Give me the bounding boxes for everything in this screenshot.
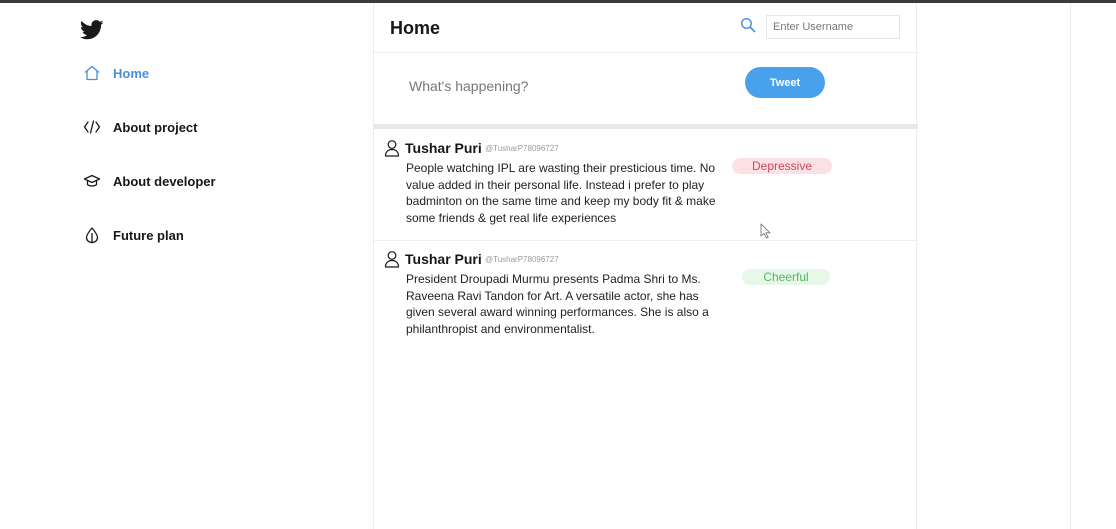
twitter-logo-icon[interactable]	[80, 19, 104, 41]
sidebar-item-label: About developer	[113, 173, 216, 189]
feed-divider	[374, 124, 918, 129]
tweet-author-handle: @TusharP78096727	[485, 255, 559, 264]
code-icon	[83, 120, 101, 134]
sentiment-badge: Cheerful	[742, 269, 830, 285]
tweet-text: President Droupadi Murmu presents Padma …	[406, 272, 709, 336]
tweet-author-name: Tushar Puri	[405, 251, 482, 267]
sentiment-badge: Depressive	[732, 158, 832, 174]
right-column-divider	[1070, 3, 1071, 529]
search-icon[interactable]	[740, 17, 756, 33]
tweet-button[interactable]: Tweet	[745, 67, 825, 98]
home-icon	[84, 65, 100, 81]
user-avatar-icon	[384, 140, 400, 157]
mouse-cursor-icon	[760, 223, 771, 239]
droplet-icon	[85, 227, 99, 244]
compose-tweet-input[interactable]	[409, 76, 709, 96]
sidebar-item-about-developer[interactable]: About developer	[83, 172, 216, 190]
tweet-item[interactable]: Tushar Puri @TusharP78096727 President D…	[374, 248, 916, 348]
main-feed: Home Tweet Tushar Puri @TusharP78096727 …	[373, 3, 918, 529]
sidebar-item-future-plan[interactable]: Future plan	[83, 226, 184, 244]
tweet-text: People watching IPL are wasting their pr…	[406, 161, 716, 225]
sidebar-item-label: Future plan	[113, 227, 184, 243]
tweet-author-handle: @TusharP78096727	[485, 144, 559, 153]
username-search-input[interactable]	[766, 15, 900, 39]
graduation-cap-icon	[83, 174, 101, 187]
sidebar-item-home[interactable]: Home	[83, 64, 149, 82]
tweet-item[interactable]: Tushar Puri @TusharP78096727 People watc…	[374, 137, 916, 241]
page-title: Home	[390, 18, 441, 38]
sidebar-item-label: Home	[113, 65, 150, 81]
user-avatar-icon	[384, 251, 400, 268]
page-header: Home	[374, 3, 916, 53]
sidebar-item-about-project[interactable]: About project	[83, 118, 198, 136]
tweet-author-name: Tushar Puri	[405, 140, 482, 156]
sidebar-item-label: About project	[113, 119, 198, 135]
